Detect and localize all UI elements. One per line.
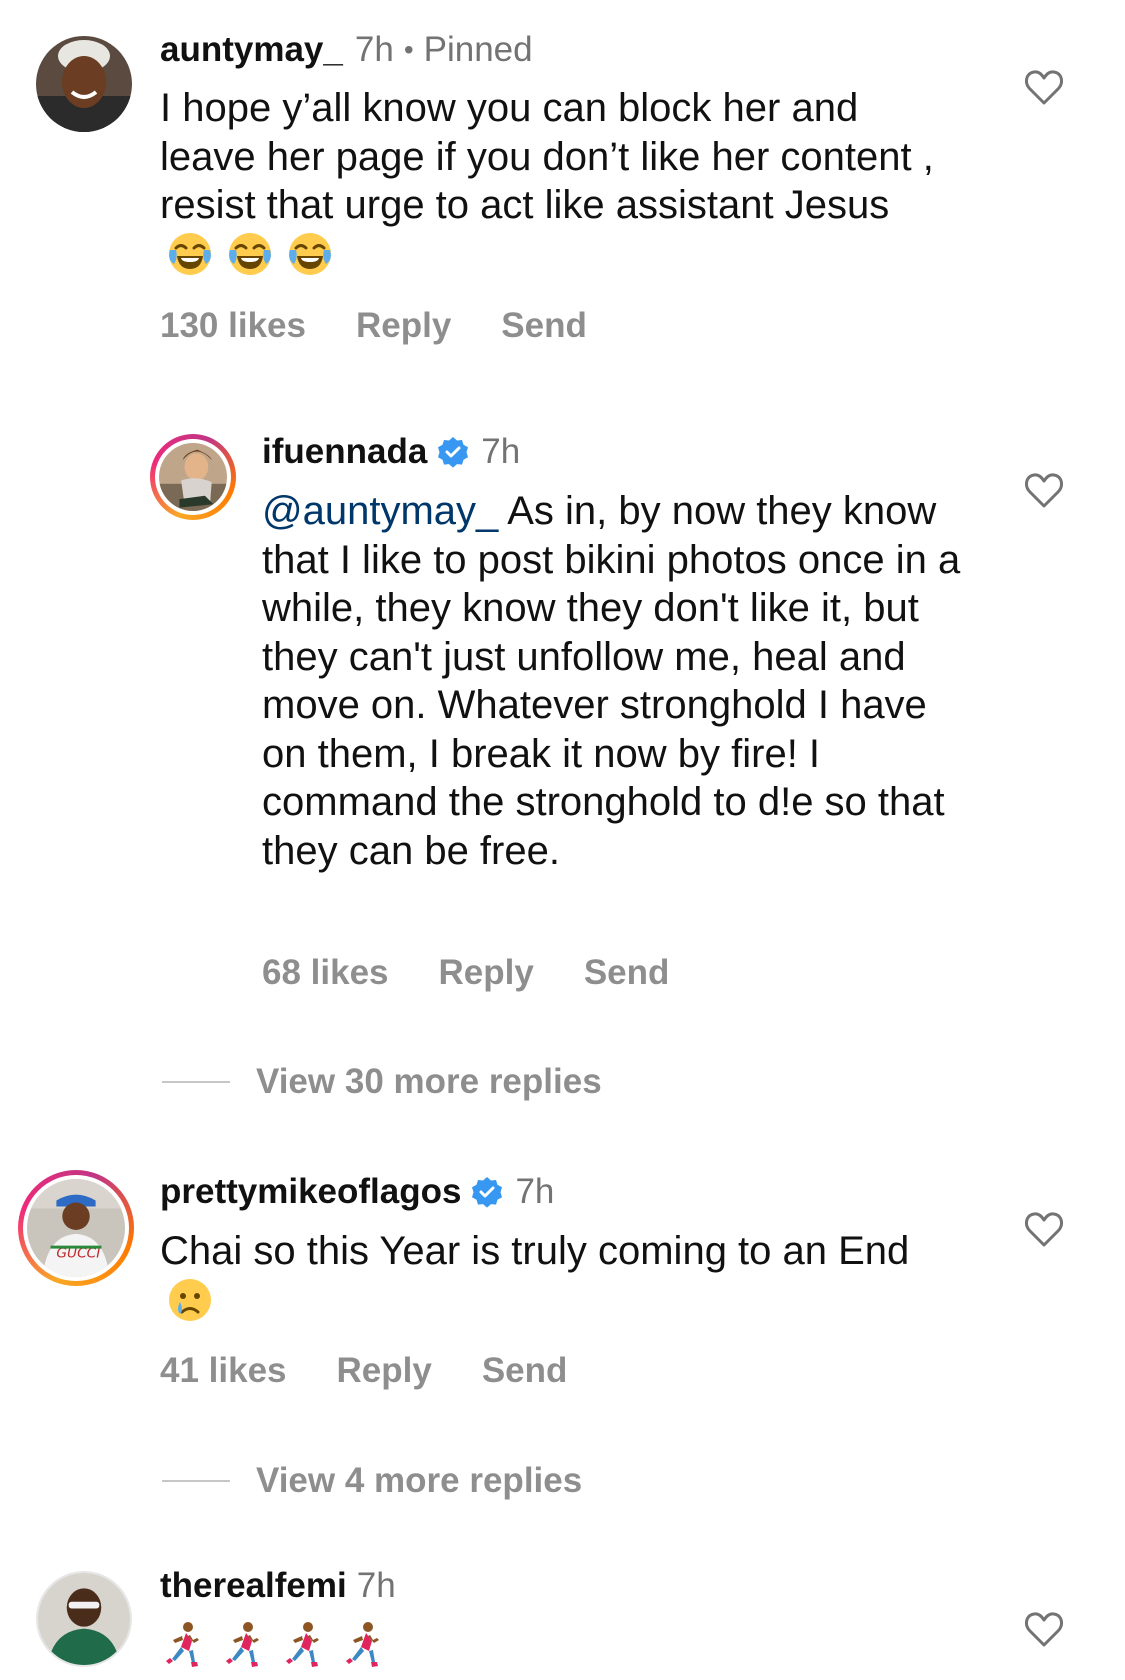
separator-dot: • xyxy=(403,34,414,65)
person-running-icon xyxy=(280,1620,328,1668)
timestamp: 7h xyxy=(515,1172,555,1211)
person-running-icon xyxy=(160,1620,208,1668)
verified-badge-icon xyxy=(437,436,469,468)
mention-link[interactable]: @auntymay_ xyxy=(262,489,498,533)
verified-badge-icon xyxy=(471,1176,503,1208)
avatar-image xyxy=(159,443,227,511)
send-button[interactable]: Send xyxy=(584,953,670,993)
pinned-label: Pinned xyxy=(423,30,533,69)
reply-button[interactable]: Reply xyxy=(356,306,451,346)
like-heart-icon[interactable] xyxy=(1024,471,1064,509)
view-more-replies-label: View 30 more replies xyxy=(256,1062,602,1101)
username[interactable]: ifuennada xyxy=(262,432,427,472)
send-button[interactable]: Send xyxy=(501,306,587,346)
avatar-story-ring[interactable] xyxy=(150,434,236,520)
username[interactable]: auntymay_ xyxy=(160,30,343,70)
timestamp: 7h xyxy=(356,1566,396,1605)
reply-button[interactable]: Reply xyxy=(439,953,534,993)
send-button[interactable]: Send xyxy=(482,1351,568,1391)
crying-face-icon xyxy=(166,1276,214,1324)
face-with-tears-of-joy-icon xyxy=(226,230,274,278)
timestamp: 7h xyxy=(354,30,394,69)
avatar[interactable] xyxy=(36,36,132,132)
face-with-tears-of-joy-icon xyxy=(286,230,334,278)
comment-text: @auntymay_ As in, by now they know that … xyxy=(262,487,972,875)
username[interactable]: prettymikeoflagos xyxy=(160,1172,461,1212)
like-heart-icon[interactable] xyxy=(1024,1210,1064,1248)
likes-count[interactable]: 41 likes xyxy=(160,1351,287,1391)
view-more-replies[interactable]: View 30 more replies xyxy=(162,1062,602,1102)
avatar-image xyxy=(36,36,132,132)
view-more-replies-label: View 4 more replies xyxy=(256,1461,583,1500)
avatar-image: GUCCI xyxy=(27,1179,125,1277)
avatar-image xyxy=(38,1573,130,1665)
divider-line xyxy=(162,1081,230,1083)
comment-text: Chai so this Year is truly coming to an … xyxy=(160,1227,920,1327)
like-heart-icon[interactable] xyxy=(1024,68,1064,106)
comment-text-content: As in, by now they know that I like to p… xyxy=(262,489,961,873)
likes-count[interactable]: 68 likes xyxy=(262,953,389,993)
comment-text xyxy=(160,1620,920,1672)
person-running-icon xyxy=(220,1620,268,1668)
reply-button[interactable]: Reply xyxy=(337,1351,432,1391)
face-with-tears-of-joy-icon xyxy=(166,230,214,278)
divider-line xyxy=(162,1480,230,1482)
likes-count[interactable]: 130 likes xyxy=(160,306,306,346)
username[interactable]: therealfemi xyxy=(160,1566,347,1606)
view-more-replies[interactable]: View 4 more replies xyxy=(162,1461,582,1501)
avatar-story-ring[interactable]: GUCCI xyxy=(18,1170,134,1286)
person-running-icon xyxy=(340,1620,388,1668)
timestamp: 7h xyxy=(481,432,521,471)
avatar[interactable] xyxy=(36,1571,132,1667)
comment-text-content: Chai so this Year is truly coming to an … xyxy=(160,1229,910,1273)
like-heart-icon[interactable] xyxy=(1024,1610,1064,1648)
comment-text: I hope y’all know you can block her and … xyxy=(160,84,940,281)
comment-text-content: I hope y’all know you can block her and … xyxy=(160,86,934,227)
